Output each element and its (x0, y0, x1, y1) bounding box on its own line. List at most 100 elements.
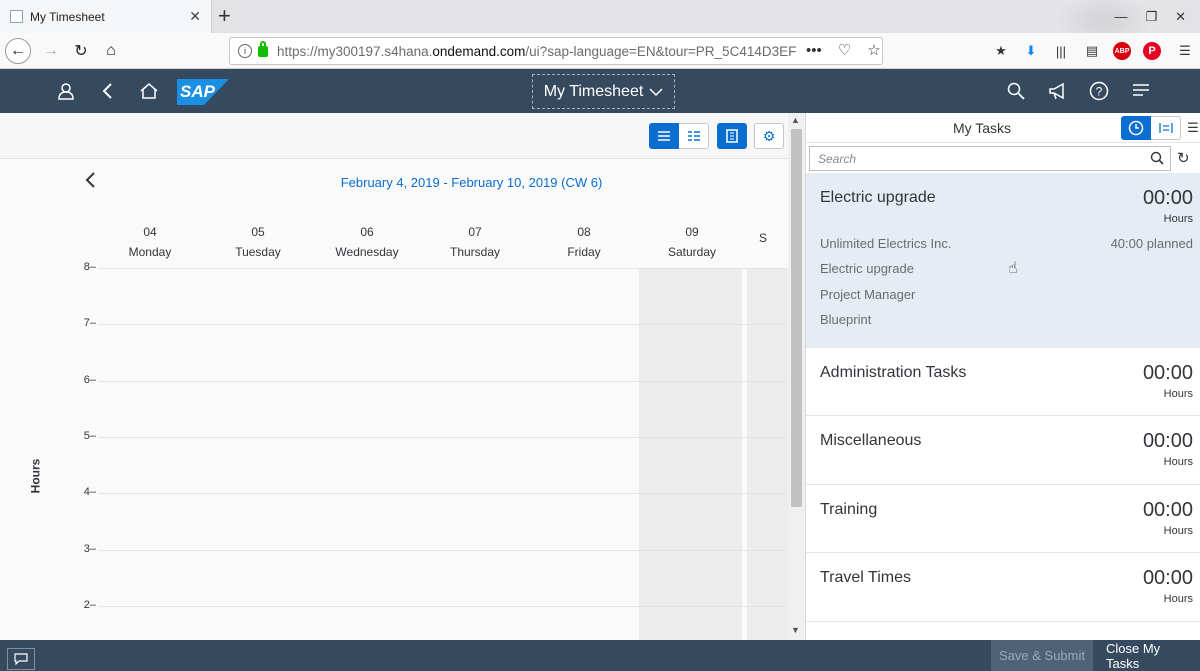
sidebar-icon[interactable]: ▤ (1083, 42, 1101, 60)
task-item[interactable]: Administration Tasks 00:00 Hours (806, 348, 1200, 416)
task-item[interactable]: Electric upgrade 00:00 Hours Unlimited E… (806, 173, 1200, 348)
bookmarks-star-icon[interactable]: ★ (992, 42, 1010, 60)
scrollbar-thumb[interactable] (791, 129, 802, 507)
bookmark-star-icon[interactable]: ☆ (867, 37, 880, 65)
scroll-down-icon[interactable]: ▼ (791, 625, 800, 635)
list-view-toggle[interactable] (679, 123, 709, 149)
day-header: S (733, 225, 788, 245)
downloads-icon[interactable]: ⬇ (1022, 42, 1040, 60)
worklist-icon[interactable] (717, 123, 747, 149)
week-range[interactable]: February 4, 2019 - February 10, 2019 (CW… (230, 175, 713, 190)
close-tab-icon[interactable]: ✕ (189, 8, 201, 25)
task-planned: 40:00 planned (1110, 236, 1193, 251)
scroll-up-icon[interactable]: ▲ (791, 115, 800, 125)
day-number: 07 (468, 225, 482, 239)
svg-text:?: ? (1096, 85, 1103, 99)
sap-logo[interactable]: SAP (177, 79, 229, 105)
hour-gridline (98, 550, 788, 551)
search-icon[interactable] (1005, 80, 1027, 102)
search-icon[interactable] (1150, 151, 1164, 168)
previous-week-icon[interactable] (84, 171, 96, 195)
hour-label: 6– (83, 374, 96, 386)
task-time-unit: Hours (1163, 525, 1193, 537)
messages-icon[interactable] (7, 648, 35, 670)
task-time-unit: Hours (1163, 213, 1193, 225)
url-actions: ••• ♡ ☆ (806, 37, 881, 65)
home-icon[interactable]: ⌂ (98, 38, 124, 64)
day-name: Friday (567, 245, 601, 259)
task-time: 00:00 (1142, 362, 1193, 384)
url-path: /ui?sap-language=EN&tour=PR_5C414D3EF (525, 43, 797, 59)
day-number: 04 (143, 225, 157, 239)
menu-icon[interactable]: ☰ (1176, 42, 1194, 60)
tasks-title: My Tasks (952, 120, 1012, 136)
day-header: 08 Friday (530, 225, 638, 259)
task-item[interactable]: Travel Times 00:00 Hours (806, 553, 1200, 622)
close-window-icon[interactable]: ✕ (1175, 9, 1186, 25)
settings-gear-icon[interactable]: ⚙ (754, 123, 784, 149)
chevron-down-icon (649, 87, 663, 96)
tasks-search-input[interactable]: Search (809, 146, 1171, 171)
pinterest-icon[interactable]: P (1143, 42, 1161, 60)
day-header: 09 Saturday (638, 225, 746, 259)
day-name: Saturday (667, 245, 717, 259)
page-favicon-icon (10, 10, 23, 23)
day-number: 08 (577, 225, 591, 239)
task-name: Miscellaneous (820, 432, 922, 449)
user-icon[interactable] (55, 80, 77, 102)
week-calendar: February 4, 2019 - February 10, 2019 (CW… (0, 159, 788, 640)
pocket-icon[interactable]: ♡ (838, 37, 851, 65)
browser-tab[interactable]: My Timesheet ✕ (0, 0, 212, 33)
tasks-header: My Tasks ☰ (806, 113, 1200, 143)
back-arrow-icon[interactable]: ← (5, 38, 31, 64)
close-my-tasks-button[interactable]: Close My Tasks (1098, 640, 1200, 671)
calendar-view-toggle[interactable] (649, 123, 679, 149)
day-name: S (758, 231, 767, 245)
day-name: Monday (128, 245, 172, 259)
help-icon[interactable]: ? (1088, 80, 1110, 102)
save-submit-button[interactable]: Save & Submit (991, 640, 1093, 671)
notifications-megaphone-icon[interactable] (1047, 80, 1069, 102)
task-time: 00:00 (1142, 499, 1193, 521)
my-tasks-panel: My Tasks ☰ Search ↻ Electric upgrade 00:… (805, 113, 1200, 640)
forward-arrow-icon[interactable]: → (38, 38, 64, 64)
notes-icon[interactable] (1130, 80, 1152, 102)
calendar-scrollbar[interactable]: ▲ ▼ (788, 113, 805, 640)
task-item[interactable]: Training 00:00 Hours (806, 485, 1200, 553)
site-info-icon[interactable]: i (238, 44, 252, 58)
back-icon[interactable] (97, 80, 119, 102)
task-name: Training (820, 501, 878, 518)
library-icon[interactable]: ||| (1052, 42, 1070, 60)
page-actions-icon[interactable]: ••• (806, 37, 822, 65)
refresh-icon[interactable]: ↻ (1177, 149, 1190, 167)
hour-gridline (98, 493, 788, 494)
restore-icon[interactable]: ❐ (1145, 9, 1157, 25)
app-title-menu[interactable]: My Timesheet (532, 74, 675, 109)
home-icon[interactable] (138, 80, 160, 102)
footer-toolbar: Save & Submit Close My Tasks (0, 640, 1200, 671)
hour-label: 8– (83, 261, 96, 273)
minimize-icon[interactable]: — (1114, 9, 1127, 24)
adblock-icon[interactable]: ABP (1113, 42, 1131, 60)
tab-title: My Timesheet (30, 9, 105, 24)
hamburger-menu-icon[interactable]: ☰ (1185, 116, 1200, 140)
task-role: Project Manager (820, 287, 916, 302)
day-number: 05 (251, 225, 265, 239)
day-header: 05 Tuesday (204, 225, 312, 259)
task-time: 00:00 (1142, 567, 1193, 589)
app-title: My Timesheet (543, 82, 644, 100)
browser-tab-bar: My Timesheet ✕ + — ❐ ✕ (0, 0, 1200, 68)
reload-icon[interactable]: ↻ (68, 38, 94, 64)
hour-label: 2– (83, 599, 96, 611)
task-time-unit: Hours (1163, 388, 1193, 400)
task-time: 00:00 (1142, 187, 1193, 209)
url-bar[interactable]: i https://my300197.s4hana. ondemand.com/u… (229, 37, 883, 65)
task-item[interactable]: Miscellaneous 00:00 Hours (806, 416, 1200, 485)
hour-label: 3– (83, 543, 96, 555)
task-project: Electric upgrade (820, 261, 914, 276)
task-customer: Unlimited Electrics Inc. (820, 236, 952, 251)
hour-gridline (98, 606, 788, 607)
clock-icon[interactable] (1121, 116, 1151, 140)
new-tab-button[interactable]: + (218, 3, 231, 29)
details-list-icon[interactable] (1151, 116, 1181, 140)
